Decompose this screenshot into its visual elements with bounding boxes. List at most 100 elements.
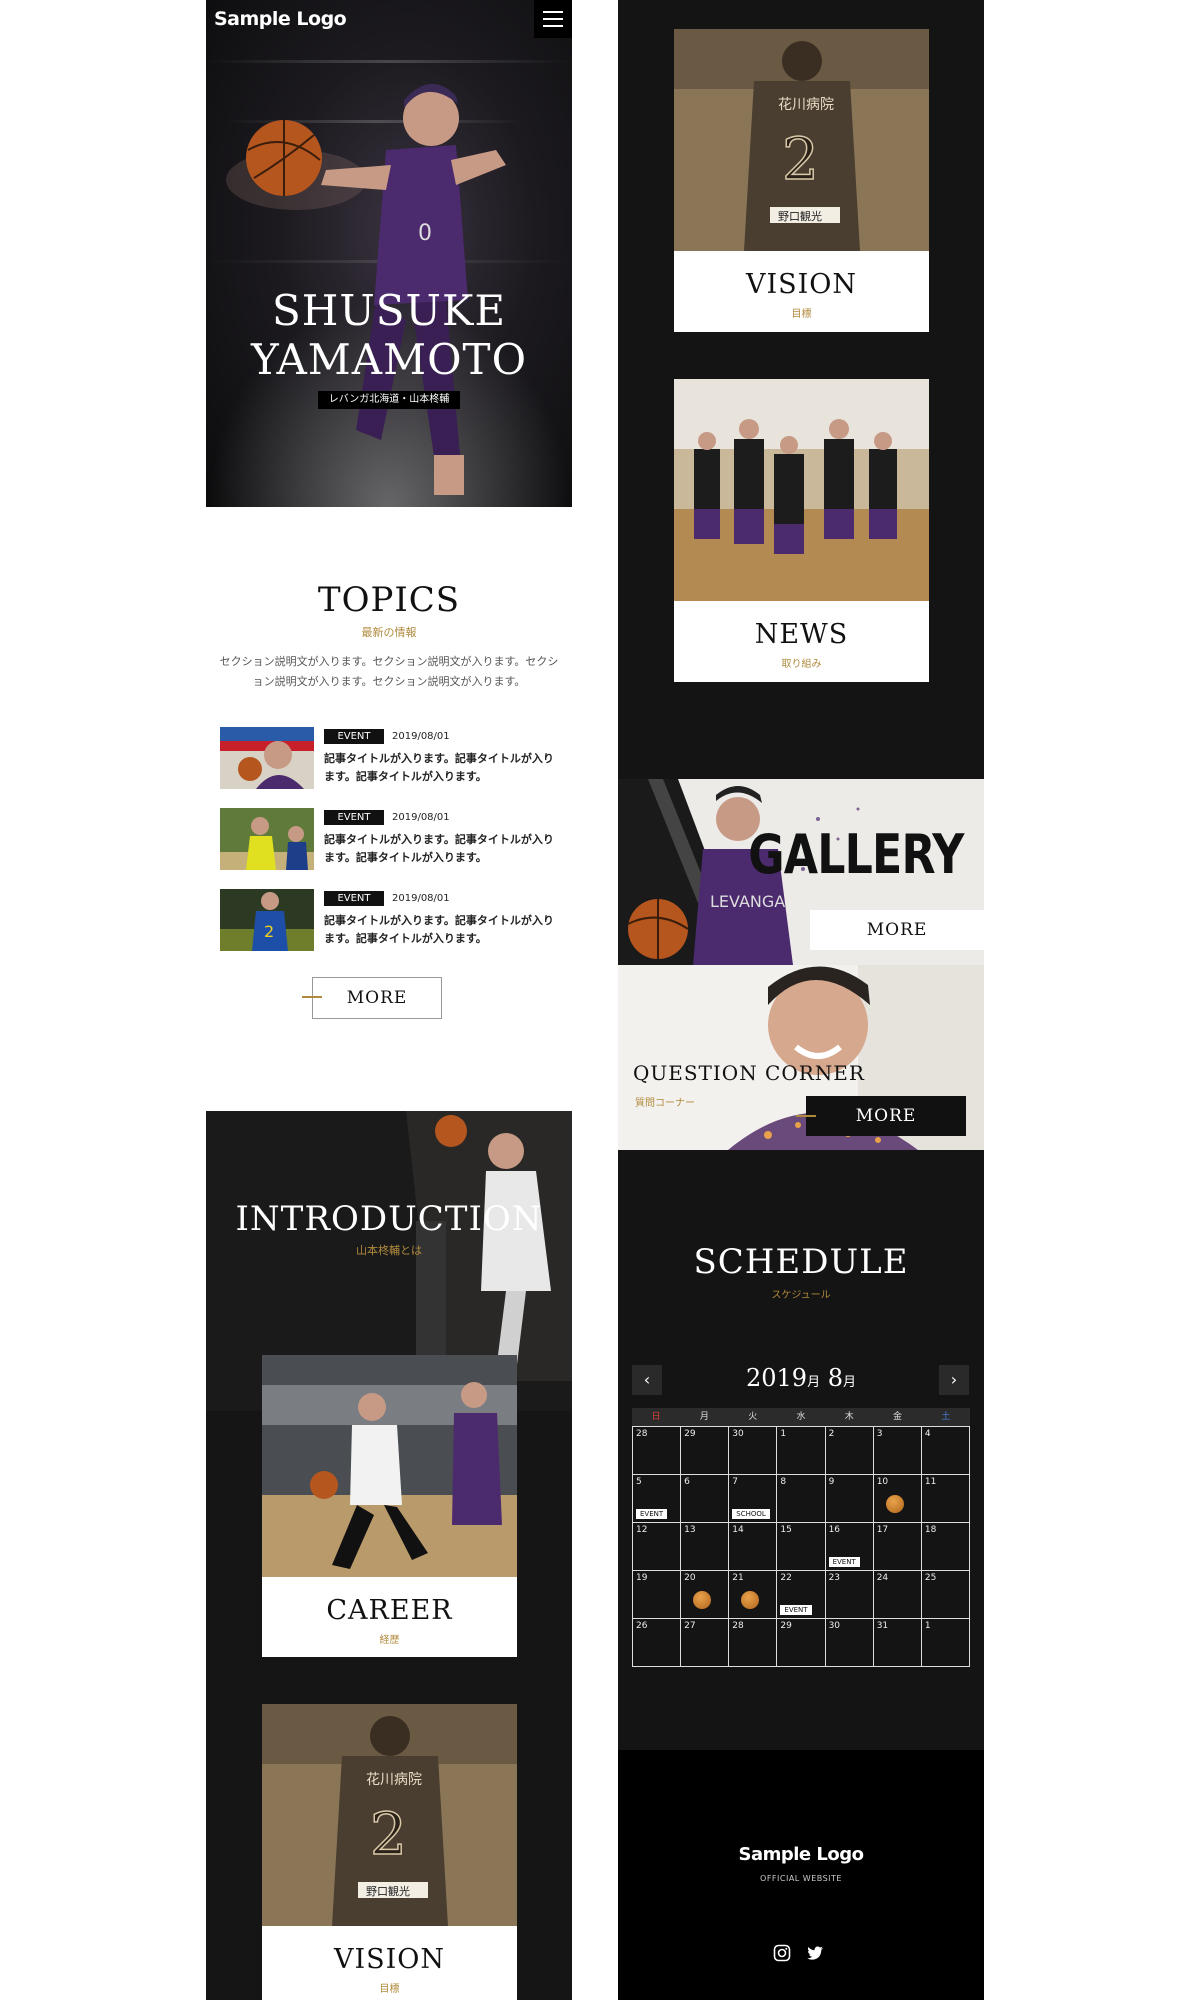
calendar-day[interactable]: 27	[681, 1619, 730, 1667]
calendar-day-number: 15	[780, 1525, 792, 1535]
calendar-day[interactable]: 1	[921, 1619, 970, 1667]
weekday-label: 水	[796, 1412, 806, 1422]
calendar-day[interactable]: 5 EVENT	[633, 1475, 682, 1523]
vision-subtitle: 目標	[379, 1984, 400, 1995]
calendar-event-label[interactable]: EVENT	[828, 1557, 860, 1567]
calendar-day[interactable]: 9	[825, 1475, 874, 1523]
chevron-right-icon[interactable]: ›	[939, 1365, 969, 1395]
site-logo[interactable]: Sample Logo	[214, 8, 347, 30]
calendar-day[interactable]: 21	[729, 1571, 778, 1619]
calendar-day-number: 12	[636, 1525, 648, 1535]
topic-item[interactable]: 2 EVENT 2019/08/01 記事タイトルが入ります。記事タイトルが入り…	[220, 889, 560, 951]
calendar-day-number: 29	[780, 1621, 792, 1631]
calendar-day[interactable]: 18	[921, 1523, 970, 1571]
question-corner-section[interactable]: QUESTION CORNER 質問コーナー MORE	[618, 965, 984, 1150]
calendar-day-number: 3	[876, 1429, 883, 1439]
calendar-day[interactable]: 1	[777, 1427, 826, 1475]
basketball-icon[interactable]	[885, 1495, 904, 1513]
schedule-subtitle: スケジュール	[771, 1290, 831, 1301]
vision-card[interactable]: 花川病院 2 野口観光 VISION 目標	[262, 1704, 517, 2000]
more-accent-line	[796, 1115, 816, 1117]
calendar-day-number: 30	[828, 1621, 841, 1631]
career-card[interactable]: CAREER 経歴	[262, 1355, 517, 1657]
calendar-day[interactable]: 28	[729, 1619, 778, 1667]
footer-subtitle: OFFICIAL WEBSITE	[760, 1874, 842, 1883]
calendar-day[interactable]: 16 EVENT	[825, 1523, 874, 1571]
player-photo: 0	[226, 83, 506, 495]
calendar-day[interactable]: 10	[873, 1475, 922, 1523]
more-accent-line	[302, 996, 322, 998]
calendar-day-number: 4	[924, 1429, 931, 1439]
topic-item[interactable]: EVENT 2019/08/01 記事タイトルが入ります。記事タイトルが入ります…	[220, 808, 560, 870]
vision-photo: 花川病院 2 野口観光	[674, 29, 929, 251]
menu-button[interactable]	[534, 0, 572, 38]
gallery-more-button[interactable]: MORE	[810, 910, 984, 950]
calendar-day-number: 30	[732, 1429, 744, 1439]
calendar-day-number: 23	[828, 1573, 841, 1583]
calendar-day[interactable]: 31	[873, 1619, 922, 1667]
calendar-day[interactable]: 4	[921, 1427, 970, 1475]
topic-item[interactable]: EVENT 2019/08/01 記事タイトルが入ります。記事タイトルが入ります…	[220, 727, 560, 789]
calendar-day-number: 10	[876, 1477, 889, 1487]
calendar-day[interactable]: 25	[921, 1571, 970, 1619]
calendar-day[interactable]: 28	[633, 1427, 682, 1475]
gallery-section[interactable]: LEVANGA GALLERY MORE	[618, 779, 984, 965]
calendar-day[interactable]: 7 SCHOOL	[729, 1475, 778, 1523]
question-more-button[interactable]: MORE	[806, 1096, 966, 1136]
basketball-icon[interactable]	[693, 1591, 712, 1609]
calendar-day[interactable]: 12	[633, 1523, 682, 1571]
topic-tag: EVENT	[324, 810, 384, 825]
calendar-day-number: 9	[828, 1477, 835, 1487]
twitter-icon[interactable]	[806, 1944, 824, 1962]
schedule-section: SCHEDULE スケジュール ‹ 2019月 8月 › 日月火水木金土 28 2…	[618, 1150, 984, 1750]
calendar-day[interactable]: 13	[681, 1523, 730, 1571]
basketball-icon[interactable]	[741, 1591, 760, 1609]
calendar-day[interactable]: 22 EVENT	[777, 1571, 826, 1619]
calendar-day[interactable]: 19	[633, 1571, 682, 1619]
news-photo	[674, 379, 929, 601]
calendar-day[interactable]: 2	[825, 1427, 874, 1475]
calendar-day[interactable]: 3	[873, 1427, 922, 1475]
calendar-day-number: 1	[924, 1621, 931, 1631]
calendar-day[interactable]: 8	[777, 1475, 826, 1523]
calendar-event-label[interactable]: EVENT	[780, 1605, 812, 1615]
calendar-day[interactable]: 29	[777, 1619, 826, 1667]
calendar-event-label[interactable]: EVENT	[636, 1509, 668, 1519]
topics-more-button[interactable]: MORE	[312, 977, 442, 1019]
topic-tag: EVENT	[324, 729, 384, 744]
hero-title: SHUSUKE YAMAMOTO	[250, 286, 528, 384]
news-card[interactable]: NEWS 取り組み	[674, 379, 929, 682]
career-photo	[262, 1355, 517, 1577]
calendar-day[interactable]: 6	[681, 1475, 730, 1523]
footer-logo[interactable]: Sample Logo	[618, 1844, 984, 1865]
vision-card-right[interactable]: 花川病院 2 野口観光 VISION 目標	[674, 29, 929, 332]
vision-title: VISION	[745, 269, 858, 300]
calendar-day[interactable]: 15	[777, 1523, 826, 1571]
calendar-day-number: 21	[732, 1573, 744, 1583]
topic-title[interactable]: 記事タイトルが入ります。記事タイトルが入ります。記事タイトルが入ります。	[324, 912, 562, 948]
weekday-label: 日	[651, 1412, 661, 1422]
calendar-day[interactable]: 23	[825, 1571, 874, 1619]
calendar-day[interactable]: 30	[729, 1427, 778, 1475]
calendar-event-label[interactable]: SCHOOL	[732, 1509, 770, 1519]
calendar-day-number: 13	[684, 1525, 696, 1535]
weekday-label: 火	[748, 1412, 758, 1422]
topic-title[interactable]: 記事タイトルが入ります。記事タイトルが入ります。記事タイトルが入ります。	[324, 831, 562, 867]
vision-photo: 花川病院 2 野口観光	[262, 1704, 517, 1926]
calendar-day-number: 19	[636, 1573, 648, 1583]
instagram-icon[interactable]	[773, 1944, 791, 1962]
topic-title[interactable]: 記事タイトルが入ります。記事タイトルが入ります。記事タイトルが入ります。	[324, 750, 562, 786]
calendar-day-number: 27	[684, 1621, 696, 1631]
calendar-day[interactable]: 14	[729, 1523, 778, 1571]
calendar-day[interactable]: 11	[921, 1475, 970, 1523]
calendar-day[interactable]: 20	[681, 1571, 730, 1619]
calendar-day[interactable]: 26	[633, 1619, 682, 1667]
topic-date: 2019/08/01	[392, 731, 450, 742]
career-title: CAREER	[326, 1595, 453, 1626]
topic-tag: EVENT	[324, 891, 384, 906]
calendar-day[interactable]: 29	[681, 1427, 730, 1475]
weekday-label: 金	[893, 1412, 903, 1422]
calendar-day[interactable]: 17	[873, 1523, 922, 1571]
calendar-day[interactable]: 30	[825, 1619, 874, 1667]
calendar-day[interactable]: 24	[873, 1571, 922, 1619]
